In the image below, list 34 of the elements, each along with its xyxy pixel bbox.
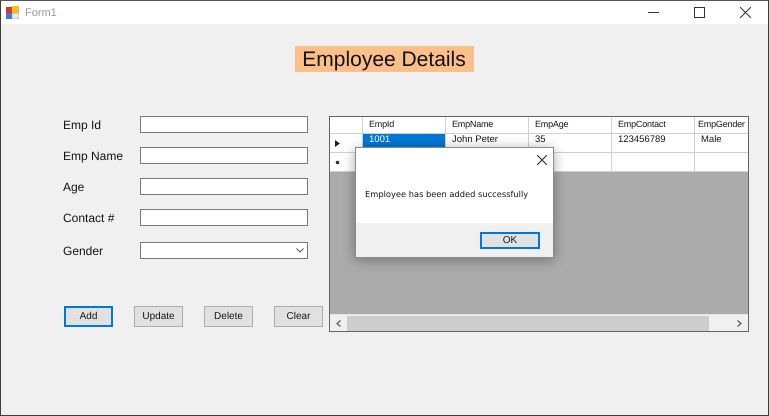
close-icon[interactable] <box>740 7 750 18</box>
window-title: Form1 <box>25 6 58 18</box>
action-button[interactable]: Clear <box>274 306 323 327</box>
field-label: Emp Id <box>63 118 102 132</box>
input-field[interactable] <box>140 147 308 164</box>
scroll-right-icon[interactable] <box>737 320 742 326</box>
column-header[interactable]: EmpAge <box>529 117 612 133</box>
field-label: Emp Name <box>63 148 124 162</box>
column-header[interactable]: EmpId <box>363 117 446 133</box>
field-label: Contact # <box>63 210 116 224</box>
column-header[interactable]: EmpContact <box>612 117 695 133</box>
input-field[interactable] <box>140 178 308 195</box>
ok-button[interactable]: OK <box>480 232 540 248</box>
input-field[interactable] <box>140 209 308 226</box>
scroll-left-icon[interactable] <box>336 320 341 326</box>
column-header[interactable]: EmpGender <box>695 117 748 133</box>
app-icon <box>6 6 19 19</box>
action-button[interactable]: Update <box>134 306 183 327</box>
form-heading: Employee Details <box>295 46 474 72</box>
chevron-icon <box>296 248 304 253</box>
close-icon[interactable] <box>537 155 547 165</box>
input-field[interactable] <box>140 116 308 133</box>
action-button[interactable]: Delete <box>204 306 253 327</box>
dialog-message: Employee has been added successfully <box>365 189 528 199</box>
table-cell: Male <box>695 134 748 152</box>
dropdown-field[interactable] <box>140 242 308 259</box>
table-cell: 123456789 <box>612 134 695 152</box>
scrollbar-thumb[interactable] <box>347 316 709 330</box>
column-header[interactable]: EmpName <box>446 117 529 133</box>
field-label: Gender <box>63 244 104 258</box>
field-label: Age <box>63 180 86 194</box>
new-row-icon <box>335 158 340 166</box>
action-button[interactable]: Add <box>64 306 113 327</box>
maximize-icon[interactable] <box>694 7 704 18</box>
